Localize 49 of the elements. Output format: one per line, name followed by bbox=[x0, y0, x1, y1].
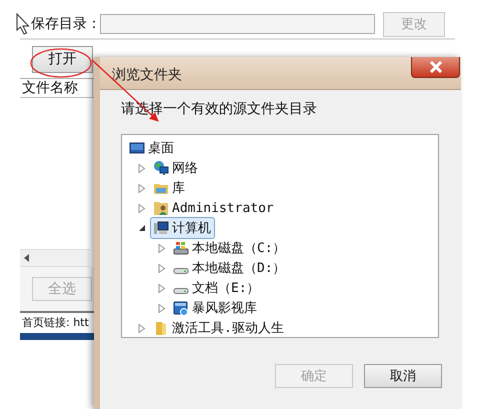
globe-monitor-icon bbox=[153, 160, 169, 176]
collapsed-arrow-icon[interactable] bbox=[156, 304, 168, 312]
collapsed-arrow-icon[interactable] bbox=[136, 324, 148, 332]
highlight-ellipse bbox=[30, 48, 92, 78]
item-label: 库 bbox=[172, 180, 185, 197]
item-label: 文档（E:） bbox=[192, 280, 260, 297]
cancel-button[interactable]: 取消 bbox=[364, 364, 442, 388]
collapsed-arrow-icon[interactable] bbox=[136, 164, 148, 172]
close-button[interactable] bbox=[411, 57, 460, 78]
item-label: 网络 bbox=[172, 160, 198, 177]
open-button[interactable]: 打开 bbox=[32, 46, 93, 72]
item-label: 计算机 bbox=[172, 220, 211, 237]
collapsed-arrow-icon[interactable] bbox=[156, 264, 168, 272]
folder-icon bbox=[153, 320, 169, 336]
column-header[interactable]: 文件名称 bbox=[20, 79, 93, 97]
collapsed-arrow-icon[interactable] bbox=[136, 184, 148, 192]
item-label: Administrator bbox=[172, 200, 274, 216]
tree-item[interactable]: 库 bbox=[150, 177, 189, 199]
scrollbar[interactable] bbox=[20, 249, 90, 267]
monitor-icon bbox=[129, 140, 145, 156]
tree-item[interactable]: 文档（E:） bbox=[170, 277, 264, 299]
tree-item[interactable]: 桌面 bbox=[126, 137, 178, 159]
tree-item[interactable]: 激活工具.驱动人生 bbox=[150, 317, 288, 339]
item-label: 激活工具.驱动人生 bbox=[172, 320, 284, 337]
user-folder-icon bbox=[153, 200, 169, 216]
media-icon bbox=[173, 300, 189, 316]
collapsed-arrow-icon[interactable] bbox=[156, 284, 168, 292]
item-label: 本地磁盘（D:） bbox=[192, 260, 286, 277]
tree-item[interactable]: Administrator bbox=[150, 198, 278, 218]
item-label: 本地磁盘（C:） bbox=[192, 240, 286, 257]
window-title: 浏览文件夹 bbox=[112, 66, 182, 84]
drive-icon bbox=[173, 288, 189, 294]
tree-item[interactable]: 暴风影视库 bbox=[170, 297, 261, 319]
field-label: 保存目录： bbox=[31, 15, 96, 33]
item-label: 暴风影视库 bbox=[192, 300, 257, 317]
tree-item[interactable]: 计算机 bbox=[150, 217, 215, 239]
collapsed-arrow-icon[interactable] bbox=[156, 244, 168, 252]
close-icon bbox=[428, 61, 442, 73]
drive-icon bbox=[173, 240, 189, 256]
tree-item[interactable]: 网络 bbox=[150, 157, 202, 179]
drive-icon bbox=[173, 268, 189, 274]
tree-item[interactable]: 本地磁盘（D:） bbox=[170, 257, 290, 279]
left-arrow-icon[interactable] bbox=[24, 254, 30, 262]
collapsed-arrow-icon[interactable] bbox=[136, 204, 148, 212]
computer-icon bbox=[153, 220, 169, 236]
save-dir-field[interactable] bbox=[100, 14, 375, 34]
status-text: 首页链接: htt bbox=[21, 315, 89, 331]
tree-item[interactable]: 本地磁盘（C:） bbox=[170, 237, 290, 259]
item-label: 桌面 bbox=[148, 140, 174, 157]
